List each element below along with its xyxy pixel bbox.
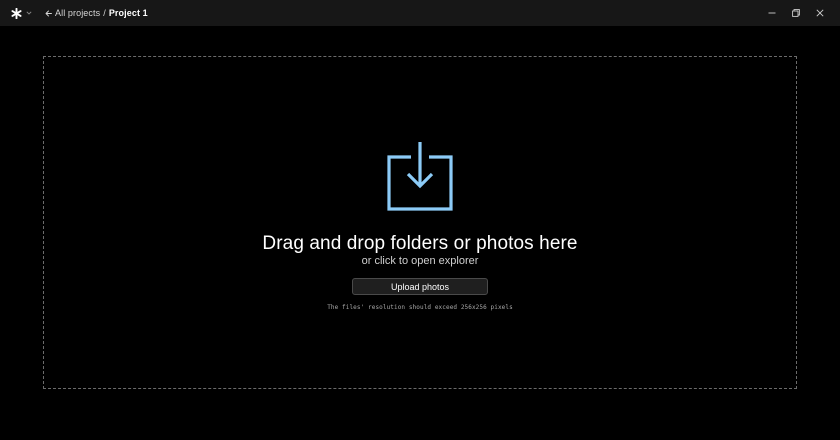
title-bar: All projects / Project 1 xyxy=(0,0,840,26)
asterisk-logo-icon xyxy=(11,7,22,19)
restore-button[interactable] xyxy=(784,4,808,22)
all-projects-link[interactable]: All projects xyxy=(45,8,100,18)
minimize-button[interactable] xyxy=(760,4,784,22)
window-controls xyxy=(760,4,832,22)
app-menu-button[interactable] xyxy=(11,6,32,20)
current-project-label: Project 1 xyxy=(108,8,148,18)
upload-photos-button[interactable]: Upload photos xyxy=(352,278,488,295)
minimize-icon xyxy=(768,9,776,17)
close-icon xyxy=(816,9,824,17)
resolution-requirement-note: The files' resolution should exceed 256x… xyxy=(327,304,513,311)
breadcrumb: All projects / Project 1 xyxy=(45,6,148,20)
close-button[interactable] xyxy=(808,4,832,22)
dropzone-title: Drag and drop folders or photos here xyxy=(262,233,578,254)
chevron-down-icon xyxy=(26,11,32,15)
restore-icon xyxy=(792,9,800,17)
arrow-left-icon xyxy=(45,10,55,17)
photo-dropzone[interactable] xyxy=(43,56,797,389)
breadcrumb-separator: / xyxy=(103,8,106,18)
upload-tray-icon xyxy=(385,140,455,212)
dropzone-subtitle: or click to open explorer xyxy=(361,255,479,267)
all-projects-label: All projects xyxy=(55,8,101,18)
